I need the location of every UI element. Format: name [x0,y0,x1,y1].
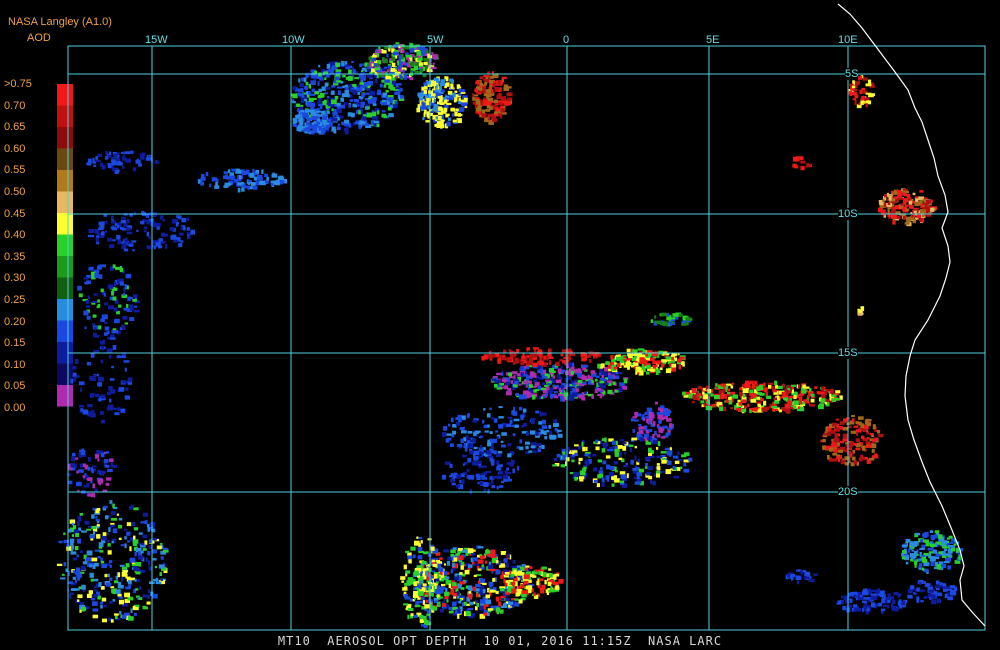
legend-value: 0.25 [4,294,26,306]
legend-swatch [57,234,73,256]
legend-value: 0.45 [4,207,26,220]
legend-value: 0.65 [4,121,26,134]
legend-swatch [57,170,73,192]
longitude-label: 5E [706,34,720,46]
legend-swatch [57,191,73,213]
longitude-label: 0 [563,34,570,46]
legend-swatch [57,385,73,407]
legend-value: 0.60 [4,142,26,155]
legend-value: 0.15 [4,337,26,350]
legend-swatch [57,84,73,106]
legend-colorbar [57,84,73,407]
legend-value: >0.75 [4,78,32,90]
longitude-label: 10E [838,34,858,46]
aerosol-map [56,3,986,631]
legend-value: 0.30 [4,272,26,285]
legend-value: 0.10 [4,358,26,371]
legend-value: 0.20 [4,315,26,328]
legend-swatch [57,277,73,299]
legend-value: 0.00 [4,402,26,414]
product-label: AOD [27,32,51,44]
aerosol-pixels [56,42,964,629]
latitude-label: 15S [838,347,858,359]
legend-swatch [57,213,73,235]
longitude-label: 10W [282,34,305,46]
legend-swatch [57,148,73,170]
longitude-label: 15W [145,34,168,46]
legend-value: 0.35 [4,250,26,263]
latitude-label: 20S [838,486,858,498]
legend-value: 0.70 [4,99,26,112]
legend-value: 0.05 [4,380,26,393]
legend-swatch [57,105,73,127]
lat-lon-grid [67,45,986,631]
legend-swatch [57,320,73,342]
longitude-label: 5W [427,34,444,46]
latitude-label: 5S [845,68,859,80]
footer-caption: MT10 AEROSOL OPT DEPTH 10 01, 2016 11:15… [277,634,723,648]
legend-swatch [57,299,73,321]
legend-swatch [57,256,73,278]
legend-value: 0.50 [4,186,26,198]
legend-value: 0.55 [4,164,26,177]
latitude-label: 10S [838,208,858,220]
source-label: NASA Langley (A1.0) [8,16,112,28]
legend-swatch [57,127,73,149]
legend-value: 0.40 [4,229,26,242]
